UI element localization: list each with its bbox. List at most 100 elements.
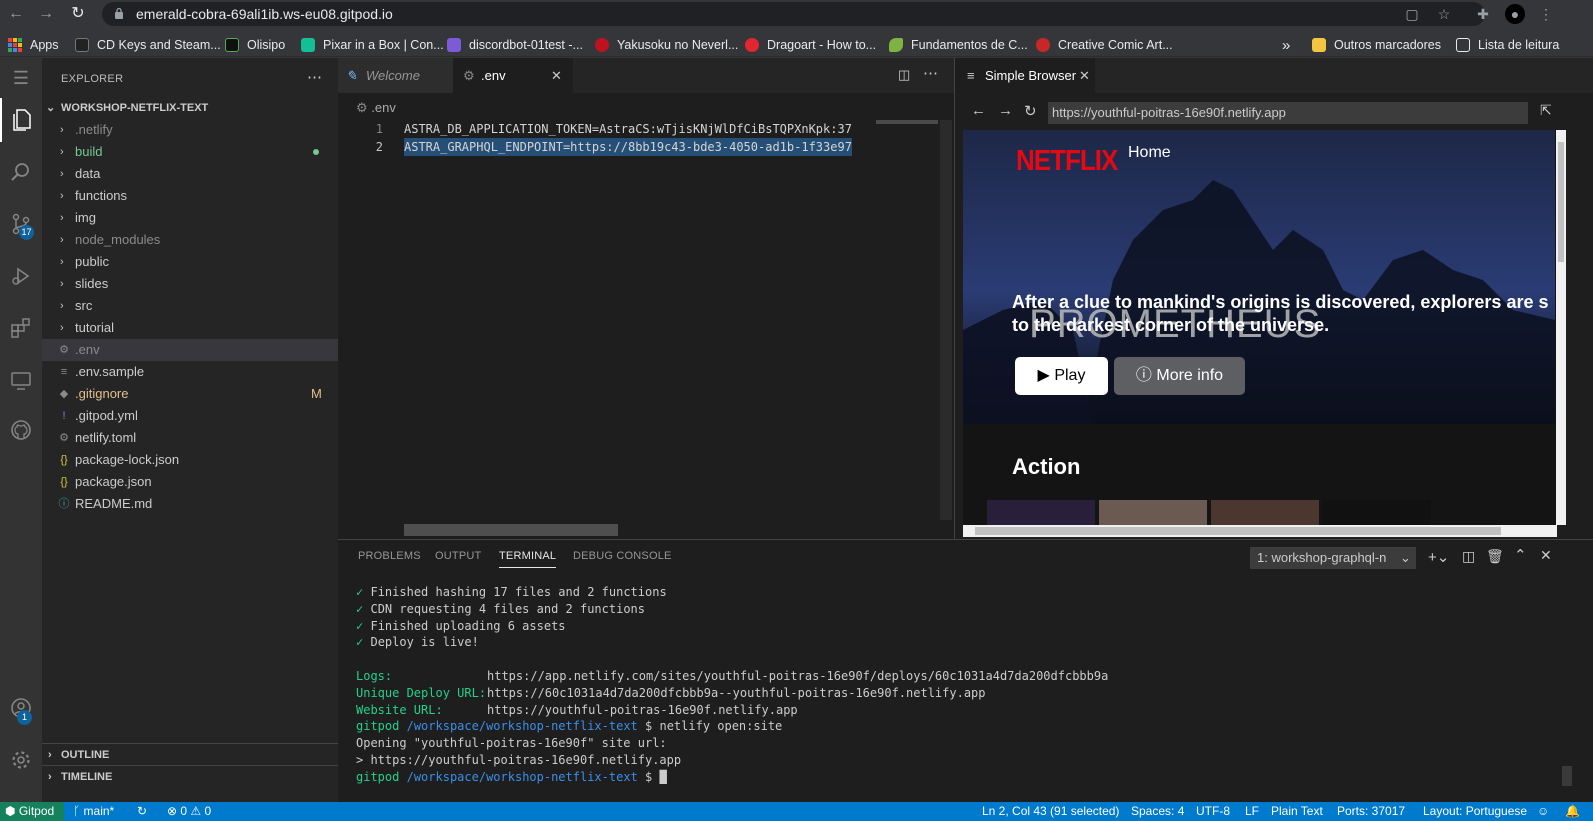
split-editor-icon[interactable]: ◫ [898,67,910,83]
reload-icon[interactable]: ↻ [68,4,88,24]
folder-item[interactable]: › tutorial [42,317,338,339]
back-icon[interactable]: ← [971,102,986,119]
menu-icon[interactable]: ⋮ [1536,4,1556,24]
folder-item[interactable]: › slides [42,273,338,295]
bookmark-item[interactable]: Yakusoku no Neverl... [595,36,738,54]
file-item[interactable]: ≡ .env.sample [42,361,338,383]
movie-card[interactable] [987,500,1095,525]
new-terminal-icon[interactable]: +⌄ [1428,548,1449,566]
bookmark-item[interactable]: Dragoart - How to... [745,36,876,54]
bookmark-item[interactable]: CD Keys and Steam... [75,36,221,54]
netflix-logo[interactable]: NETFLIX [1016,143,1118,177]
folder-item[interactable]: › data [42,163,338,185]
indentation[interactable]: Spaces: 4 [1131,802,1184,821]
end-of-line[interactable]: LF [1245,802,1259,821]
run-debug-icon[interactable] [0,254,42,298]
tab-simple-browser[interactable]: ≡ Simple Browser ✕ [955,58,1095,93]
language-mode[interactable]: Plain Text [1271,802,1323,821]
bookmark-item[interactable]: Fundamentos de C... [889,36,1028,54]
more-info-button[interactable]: ⓘ More info [1114,357,1245,395]
webview-horizontal-scrollbar[interactable] [963,525,1557,537]
folder-item[interactable]: › build [42,141,338,163]
sync-icon[interactable]: ↻ [137,802,147,821]
tab-welcome[interactable]: ✎ Welcome [338,58,453,93]
webview-scrollbar[interactable] [1556,130,1566,525]
folder-item[interactable]: › functions [42,185,338,207]
other-bookmarks[interactable]: Outros marcadores [1312,36,1441,54]
profile-icon[interactable]: ● [1505,4,1525,24]
simple-browser-url[interactable]: https://youthful-poitras-16e90f.netlify.… [1048,102,1528,124]
minimap[interactable] [876,120,938,124]
trash-icon[interactable]: 🗑 [1486,548,1504,565]
file-item[interactable]: ⚙ .env [42,339,338,361]
movie-card[interactable] [1099,500,1207,525]
code-area[interactable]: 1 ASTRA_DB_APPLICATION_TOKEN=AstraCS:wTji… [338,120,870,174]
tab-debug-console[interactable]: DEBUG CONSOLE [573,550,672,562]
problems-indicator[interactable]: ⊗ 0 ⚠ 0 [167,802,211,821]
movie-card[interactable] [1323,500,1431,525]
more-bookmarks-button[interactable]: » [1282,36,1290,54]
address-bar[interactable]: emerald-cobra-69ali1ib.ws-eu08.gitpod.io [102,2,1485,26]
reload-icon[interactable]: ↻ [1024,102,1037,120]
tab-search-icon[interactable]: ▢ [1402,4,1422,24]
keyboard-layout[interactable]: Layout: Portuguese [1423,802,1527,821]
workspace-root[interactable]: ⌄ WORKSHOP-NETFLIX-TEXT [42,97,338,119]
back-icon[interactable]: ← [6,4,26,24]
file-item[interactable]: ⓘ README.md [42,493,338,515]
folder-item[interactable]: › src [42,295,338,317]
open-external-icon[interactable]: ⇱ [1540,102,1552,119]
nav-home[interactable]: Home [1128,144,1171,162]
menu-icon[interactable]: ☰ [0,58,42,98]
terminal-scrollbar[interactable] [1562,766,1572,786]
tab-problems[interactable]: PROBLEMS [358,550,421,562]
notifications-bell-icon[interactable]: 🔔 [1565,802,1580,821]
movie-card[interactable] [1211,500,1319,525]
close-icon[interactable]: ✕ [1079,58,1090,93]
file-item[interactable]: {} package.json [42,471,338,493]
bookmark-item[interactable]: Olisipo [225,36,285,54]
explorer-icon[interactable] [0,98,42,142]
forward-icon[interactable]: → [36,4,56,24]
remote-indicator[interactable]: ⬢ Gitpod [0,802,64,821]
cursor-position[interactable]: Ln 2, Col 43 (91 selected) [982,802,1119,821]
extensions-icon[interactable] [0,306,42,350]
tab-env[interactable]: ⚙ .env ✕ [453,58,573,93]
split-terminal-icon[interactable]: ◫ [1462,548,1475,565]
reading-list[interactable]: Lista de leitura [1456,36,1559,54]
source-control-icon[interactable]: 17 [0,202,42,246]
outline-section[interactable]: › OUTLINE [42,743,338,765]
close-icon[interactable]: ✕ [551,58,562,93]
star-icon[interactable]: ☆ [1434,4,1454,24]
tab-terminal[interactable]: TERMINAL [499,550,557,568]
vertical-scrollbar[interactable] [940,120,952,520]
bookmark-item[interactable]: Pixar in a Box | Con... [301,36,444,54]
horizontal-scrollbar[interactable] [404,524,618,536]
folder-item[interactable]: › .netlify [42,119,338,141]
play-button[interactable]: ▶ Play [1015,357,1108,395]
encoding[interactable]: UTF-8 [1196,802,1230,821]
remote-explorer-icon[interactable] [0,358,42,402]
bookmark-item[interactable]: discordbot-01test -... [447,36,583,54]
tab-output[interactable]: OUTPUT [435,550,481,562]
maximize-panel-icon[interactable]: ⌃ [1514,546,1527,564]
breadcrumb[interactable]: ⚙ .env [356,100,396,116]
folder-item[interactable]: › node_modules [42,229,338,251]
more-actions-icon[interactable]: ⋯ [307,68,322,86]
file-item[interactable]: ◆ .gitignore M [42,383,338,405]
terminal-select[interactable]: 1: workshop-graphql-n ⌄ [1250,547,1416,569]
bookmark-apps[interactable]: Apps [8,36,59,54]
bookmark-item[interactable]: Creative Comic Art... [1036,36,1173,54]
more-actions-icon[interactable]: ⋯ [923,64,938,82]
file-item[interactable]: ! .gitpod.yml [42,405,338,427]
folder-item[interactable]: › public [42,251,338,273]
branch-indicator[interactable]: ᚴ main* [73,802,114,821]
github-icon[interactable] [0,408,42,452]
ports[interactable]: Ports: 37017 [1337,802,1405,821]
manage-gear-icon[interactable] [0,738,42,782]
feedback-icon[interactable]: ☺ [1537,802,1549,821]
close-panel-icon[interactable]: ✕ [1540,547,1552,564]
folder-item[interactable]: › img [42,207,338,229]
timeline-section[interactable]: › TIMELINE [42,765,338,787]
forward-icon[interactable]: → [998,102,1013,119]
account-icon[interactable]: 1 [0,686,42,730]
